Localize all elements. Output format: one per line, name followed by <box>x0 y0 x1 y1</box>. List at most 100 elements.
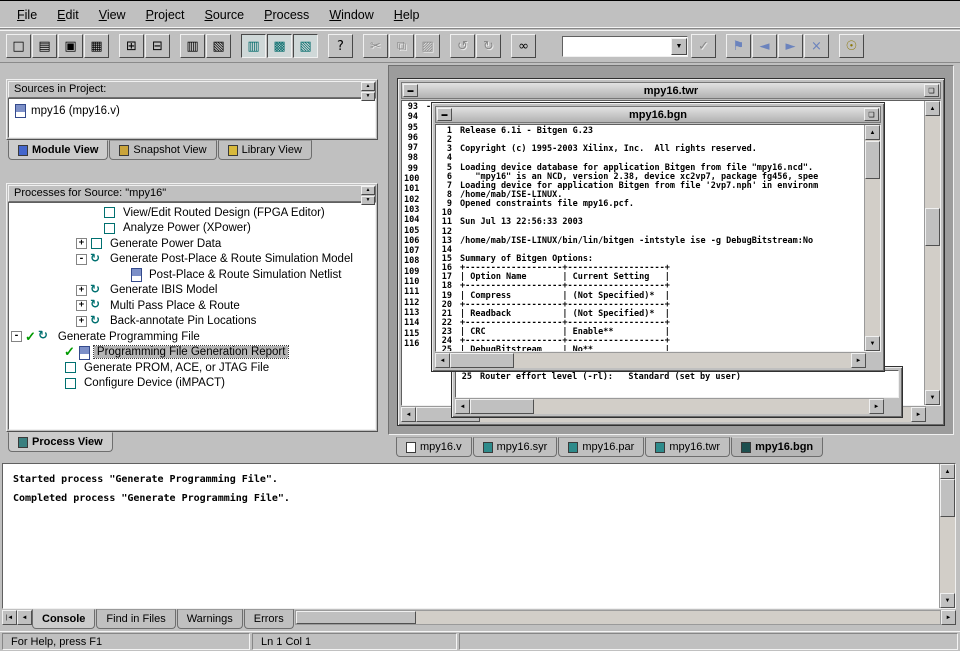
bgn-window-titlebar[interactable]: mpy16.bgn <box>435 106 881 123</box>
tab-scroll-first-icon[interactable] <box>2 610 17 625</box>
toolbar-button[interactable]: ▥ <box>241 34 266 58</box>
toolbar-button[interactable]: ✂ <box>363 34 388 58</box>
document-tab[interactable]: mpy16.v <box>396 437 472 457</box>
tree-expander[interactable]: + <box>76 238 87 250</box>
sources-list[interactable]: mpy16 (mpy16.v) <box>8 98 376 138</box>
horizontal-scrollbar[interactable] <box>435 352 866 368</box>
process-item[interactable]: - Generate Post-Place & Route Simulation… <box>11 252 375 268</box>
console-tab[interactable]: Console <box>32 609 96 629</box>
window-menu-icon[interactable] <box>403 84 418 97</box>
document-tab[interactable]: mpy16.par <box>558 437 645 457</box>
toolbar-button[interactable]: ▦ <box>84 34 109 58</box>
tree-expander[interactable]: - <box>76 253 87 265</box>
window-maximize-icon[interactable] <box>864 108 879 121</box>
window-menu-icon[interactable] <box>437 108 452 121</box>
scrollbar-track[interactable] <box>865 140 880 336</box>
scroll-left-icon[interactable] <box>401 407 416 422</box>
view-tab[interactable]: Snapshot View <box>109 140 217 160</box>
menu-item[interactable]: Help <box>385 5 429 25</box>
panel-scroll-up-button[interactable] <box>361 82 375 91</box>
toolbar-button[interactable]: ↻ <box>476 34 501 58</box>
window-maximize-icon[interactable] <box>924 84 939 97</box>
toolbar-button[interactable]: ▤ <box>32 34 57 58</box>
tab-scroll-left-icon[interactable] <box>17 610 32 625</box>
horizontal-scrollbar[interactable] <box>294 610 941 625</box>
toolbar-button[interactable] <box>319 34 327 58</box>
search-dropdown-button[interactable] <box>671 37 687 55</box>
tree-expander[interactable]: + <box>76 284 87 296</box>
search-input[interactable] <box>563 37 671 55</box>
scrollbar-thumb[interactable] <box>470 399 534 414</box>
toolbar-button[interactable]: ► <box>778 34 803 58</box>
scroll-down-icon[interactable] <box>925 390 940 405</box>
process-item[interactable]: Programming File Generation Report <box>11 345 375 361</box>
process-item[interactable]: + Back-annotate Pin Locations <box>11 314 375 330</box>
scrollbar-track[interactable] <box>470 399 869 414</box>
process-tree[interactable]: View/Edit Routed Design (FPGA Editor) An… <box>8 202 376 430</box>
toolbar-button[interactable]: ▥ <box>180 34 205 58</box>
bgn-window[interactable]: mpy16.bgn 1 Release 6.1i - Bitgen G.23 2 <box>431 102 885 372</box>
menu-item[interactable]: View <box>90 5 135 25</box>
toolbar-button[interactable] <box>830 34 838 58</box>
toolbar-button[interactable] <box>502 34 510 58</box>
panel-scroll-up-button[interactable] <box>361 186 375 195</box>
toolbar-button[interactable]: ◄ <box>752 34 777 58</box>
scroll-up-icon[interactable] <box>940 464 955 479</box>
view-tab[interactable]: Library View <box>217 140 312 160</box>
toolbar-button[interactable]: ▧ <box>293 34 318 58</box>
scroll-right-icon[interactable] <box>851 353 866 368</box>
scrollbar-track[interactable] <box>450 353 851 368</box>
process-item[interactable]: Generate PROM, ACE, or JTAG File <box>11 360 375 376</box>
par-window[interactable]: 25 Router effort level (-rl): Standard (… <box>451 366 903 418</box>
toolbar-button[interactable] <box>110 34 118 58</box>
toolbar-button[interactable]: ▣ <box>58 34 83 58</box>
menu-item[interactable]: Edit <box>48 5 88 25</box>
scrollbar-track[interactable] <box>940 479 955 593</box>
scroll-down-icon[interactable] <box>940 593 955 608</box>
toolbar-button[interactable]: ▩ <box>267 34 292 58</box>
toolbar-button[interactable]: □ <box>6 34 31 58</box>
scroll-left-icon[interactable] <box>435 353 450 368</box>
toolbar-button[interactable] <box>171 34 179 58</box>
menu-item[interactable]: Source <box>196 5 254 25</box>
document-tab[interactable]: mpy16.syr <box>472 437 558 457</box>
console-output[interactable]: Started process "Generate Programming Fi… <box>3 464 939 608</box>
menu-item[interactable]: Project <box>137 5 194 25</box>
toolbar-button[interactable] <box>441 34 449 58</box>
scroll-down-icon[interactable] <box>865 336 880 351</box>
console-tab[interactable]: Warnings <box>176 609 243 629</box>
toolbar-button[interactable]: ☉ <box>839 34 864 58</box>
process-view-tab[interactable]: Process View <box>8 432 113 452</box>
toolbar-button[interactable]: ? <box>328 34 353 58</box>
toolbar-button[interactable]: ∞ <box>511 34 536 58</box>
scrollbar-thumb[interactable] <box>940 479 955 517</box>
par-editor[interactable]: 25 Router effort level (-rl): Standard (… <box>456 371 898 397</box>
toolbar-button[interactable]: ⊞ <box>119 34 144 58</box>
scrollbar-thumb[interactable] <box>865 141 880 179</box>
process-item[interactable]: + Multi Pass Place & Route <box>11 298 375 314</box>
source-item[interactable]: mpy16 (mpy16.v) <box>13 103 371 118</box>
toolbar-button[interactable]: ↺ <box>450 34 475 58</box>
process-item[interactable]: + Generate Power Data <box>11 236 375 252</box>
document-tab[interactable]: mpy16.twr <box>645 437 731 457</box>
console-tab[interactable]: Find in Files <box>96 609 176 629</box>
scroll-up-icon[interactable] <box>865 125 880 140</box>
panel-scroll-down-button[interactable] <box>361 196 375 205</box>
view-tab[interactable]: Module View <box>8 140 109 160</box>
toolbar-button[interactable]: ⊟ <box>145 34 170 58</box>
toolbar-button[interactable] <box>717 34 725 58</box>
toolbar-button[interactable]: ⧉ <box>389 34 414 58</box>
bgn-editor[interactable]: 1 Release 6.1i - Bitgen G.23 2 3 Copyrig… <box>436 125 864 351</box>
console-tab[interactable]: Errors <box>243 609 294 629</box>
scrollbar-thumb[interactable] <box>295 611 416 624</box>
process-item[interactable]: Configure Device (iMPACT) <box>11 376 375 392</box>
scrollbar-thumb[interactable] <box>925 208 940 246</box>
scroll-right-icon[interactable] <box>869 399 884 414</box>
menu-item[interactable]: Process <box>255 5 318 25</box>
vertical-scrollbar[interactable] <box>939 464 955 608</box>
scroll-right-icon[interactable] <box>911 407 926 422</box>
tree-expander[interactable]: + <box>76 315 87 327</box>
process-item[interactable]: View/Edit Routed Design (FPGA Editor) <box>11 205 375 221</box>
scrollbar-track[interactable] <box>925 116 940 390</box>
process-item[interactable]: Post-Place & Route Simulation Netlist <box>11 267 375 283</box>
